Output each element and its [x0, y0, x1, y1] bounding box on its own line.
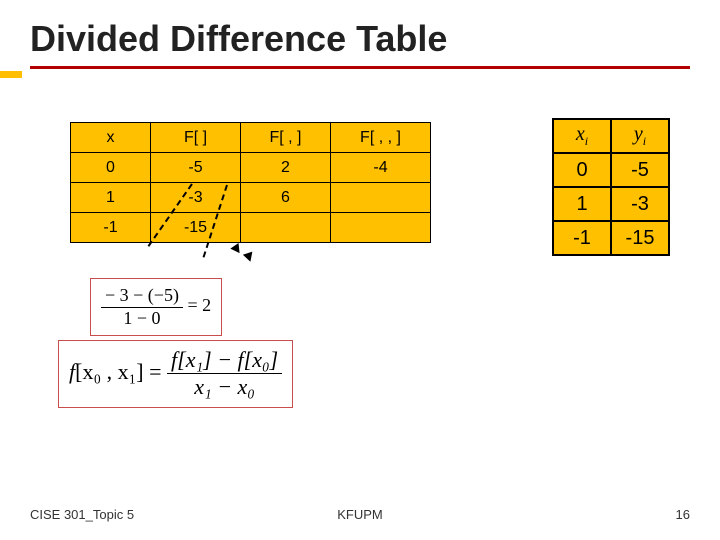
table-row: -1 -15: [553, 221, 669, 255]
formula-lhs-args: [x₀ , x₁]: [75, 359, 144, 384]
table-header-row: xi yi: [553, 119, 669, 153]
cell: [331, 183, 431, 213]
col-header: F[ ]: [151, 123, 241, 153]
footer-page-number: 16: [676, 507, 690, 522]
formula-small: − 3 − (−5) 1 − 0 = 2: [90, 278, 222, 336]
cell: 2: [241, 153, 331, 183]
title-underline: [30, 66, 690, 69]
equals-result: = 2: [187, 295, 211, 315]
cell: -1: [553, 221, 611, 255]
cell: [241, 213, 331, 243]
cell: -4: [331, 153, 431, 183]
col-header: xi: [553, 119, 611, 153]
table-row: 1 -3: [553, 187, 669, 221]
table-row: 0 -5 2 -4: [71, 153, 431, 183]
fraction-numerator: f[x₁] − f[x₀]: [167, 347, 282, 374]
table-header-row: x F[ ] F[ , ] F[ , , ]: [71, 123, 431, 153]
page-title: Divided Difference Table: [30, 18, 690, 60]
cell: -1: [71, 213, 151, 243]
col-header: yi: [611, 119, 669, 153]
fraction-denominator: 1 − 0: [101, 308, 183, 330]
table-row: 1 -3 6: [71, 183, 431, 213]
table-row: -1 -15: [71, 213, 431, 243]
arrow-head-icon: [243, 252, 255, 264]
equals-sign: =: [149, 359, 167, 384]
fraction-denominator: x₁ − x₀: [167, 374, 282, 400]
footer-center: KFUPM: [0, 507, 720, 522]
col-header: F[ , ]: [241, 123, 331, 153]
divided-difference-table: x F[ ] F[ , ] F[ , , ] 0 -5 2 -4 1 -3 6 …: [70, 122, 431, 243]
cell: 6: [241, 183, 331, 213]
formula-large: f[x₀ , x₁] = f[x₁] − f[x₀] x₁ − x₀: [58, 340, 293, 408]
cell: 0: [71, 153, 151, 183]
xy-table: xi yi 0 -5 1 -3 -1 -15: [552, 118, 670, 256]
col-header: F[ , , ]: [331, 123, 431, 153]
cell: -3: [611, 187, 669, 221]
accent-bar: [0, 71, 22, 78]
cell: -5: [611, 153, 669, 187]
table-row: 0 -5: [553, 153, 669, 187]
fraction-numerator: − 3 − (−5): [101, 285, 183, 308]
cell: -15: [611, 221, 669, 255]
cell: 1: [71, 183, 151, 213]
cell: [331, 213, 431, 243]
cell: -15: [151, 213, 241, 243]
cell: 0: [553, 153, 611, 187]
col-header: x: [71, 123, 151, 153]
cell: -5: [151, 153, 241, 183]
cell: 1: [553, 187, 611, 221]
